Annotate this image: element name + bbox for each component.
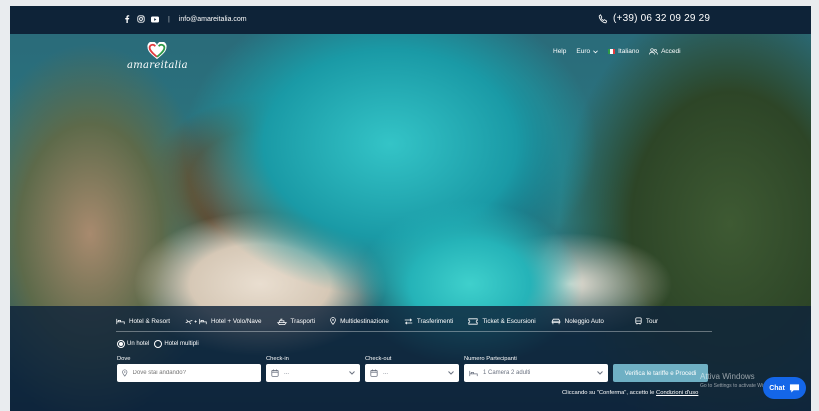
- facebook-icon[interactable]: [123, 15, 131, 23]
- site-logo[interactable]: amareitalia: [127, 42, 188, 74]
- top-bar: | info@amareitalia.com (+39) 06 32 09 29…: [10, 6, 811, 34]
- language-label: Italiano: [618, 48, 640, 55]
- youtube-icon[interactable]: [151, 15, 159, 23]
- italy-flag-icon: [608, 49, 616, 54]
- radio-multiple-hotels[interactable]: Hotel multipli: [154, 340, 199, 348]
- tabs-divider: [116, 331, 712, 332]
- plane-plus-bed-icon: [185, 318, 207, 324]
- car-icon: [551, 318, 560, 324]
- chat-label: Chat: [769, 384, 785, 392]
- tab-hotel-resort[interactable]: Hotel & Resort: [116, 318, 170, 325]
- tab-label: Hotel + Volo/Nave: [210, 317, 262, 325]
- phone-icon: [598, 13, 608, 23]
- social-links: | info@amareitalia.com: [123, 15, 247, 23]
- radio-label: Un hotel: [127, 341, 150, 347]
- tab-label: Trasferimenti: [416, 317, 454, 325]
- radio-label: Hotel multipli: [164, 341, 199, 347]
- swap-arrows-icon: [404, 317, 413, 325]
- ship-icon: [276, 318, 287, 325]
- chevron-down-icon: [597, 371, 603, 375]
- bed-icon: [116, 318, 125, 324]
- guests-value: 1 Camera 2 adulti: [483, 370, 531, 376]
- checkout-field[interactable]: ...: [365, 364, 459, 382]
- guests-label: Numero Partecipanti: [464, 356, 517, 362]
- tab-label: Noleggio Auto: [564, 317, 604, 325]
- checkin-label: Check-in: [266, 356, 289, 362]
- tab-ticket-escursioni[interactable]: Ticket & Escursioni: [468, 317, 536, 325]
- tab-multidestinazione[interactable]: Multidestinazione: [330, 317, 389, 325]
- calendar-icon: [271, 369, 279, 377]
- chevron-down-icon: [448, 371, 454, 375]
- where-input[interactable]: [132, 370, 256, 376]
- calendar-icon: [370, 369, 378, 377]
- logo-wordmark: amareitalia: [127, 60, 188, 71]
- radio-indicator: [117, 340, 125, 348]
- terms-prefix: Cliccando su "Conferma", accetto le: [562, 390, 655, 396]
- login-label: Accedi: [661, 48, 681, 55]
- checkout-value: ...: [383, 370, 389, 376]
- browser-viewport: | info@amareitalia.com (+39) 06 32 09 29…: [10, 6, 811, 411]
- nav-language[interactable]: Italiano: [608, 48, 639, 55]
- terms-link[interactable]: Condizioni d'uso: [656, 390, 698, 396]
- tab-label: Trasporti: [290, 317, 316, 325]
- guests-field[interactable]: 1 Camera 2 adulti: [464, 364, 608, 382]
- nav-login[interactable]: Accedi: [649, 48, 681, 55]
- hero-banner: amareitalia Help Euro Italiano Accedi Ho…: [10, 34, 811, 411]
- phone-number: (+39) 06 32 09 29 29: [613, 13, 711, 24]
- tab-noleggio-auto[interactable]: Noleggio Auto: [551, 318, 604, 325]
- nav-currency[interactable]: Euro: [576, 48, 598, 55]
- tab-trasferimenti[interactable]: Trasferimenti: [404, 317, 454, 325]
- topbar-separator: |: [168, 15, 170, 23]
- bus-icon: [635, 317, 642, 325]
- terms-notice: Cliccando su "Conferma", accetto le Cond…: [562, 390, 698, 396]
- checkin-field[interactable]: ...: [266, 364, 360, 382]
- map-pin-icon: [330, 317, 336, 325]
- users-icon: [649, 48, 658, 55]
- radio-indicator: [154, 340, 163, 348]
- contact-phone[interactable]: (+39) 06 32 09 29 29: [598, 13, 710, 24]
- tab-tour[interactable]: Tour: [635, 317, 658, 325]
- instagram-icon[interactable]: [137, 15, 145, 23]
- tab-label: Tour: [645, 317, 659, 325]
- contact-email[interactable]: info@amareitalia.com: [179, 16, 247, 23]
- tab-trasporti[interactable]: Trasporti: [276, 317, 316, 325]
- nav-help[interactable]: Help: [553, 48, 566, 55]
- map-pin-icon: [122, 369, 128, 377]
- where-field[interactable]: [117, 364, 261, 382]
- ticket-icon: [468, 317, 478, 325]
- checkin-value: ...: [284, 370, 290, 376]
- where-label: Dove: [117, 356, 131, 362]
- heart-logo-icon: [147, 42, 167, 60]
- chat-button[interactable]: Chat: [763, 377, 806, 399]
- chevron-down-icon: [349, 371, 355, 375]
- tab-label: Multidestinazione: [340, 317, 389, 325]
- chat-bubble-icon: [789, 384, 799, 393]
- hotel-mode-selector: Un hotel Hotel multipli: [117, 340, 199, 348]
- tab-hotel-volo-nave[interactable]: Hotel + Volo/Nave: [185, 318, 262, 325]
- check-rates-button[interactable]: Verifica le tariffe e Procedi: [613, 364, 708, 382]
- bed-icon: [469, 370, 478, 376]
- checkout-label: Check-out: [365, 356, 392, 362]
- tab-label: Hotel & Resort: [129, 317, 170, 325]
- currency-label: Euro: [576, 48, 591, 55]
- tab-label: Ticket & Escursioni: [482, 317, 536, 325]
- search-tabs: Hotel & Resort Hotel + Volo/Nave Traspor…: [116, 312, 712, 332]
- chevron-down-icon: [593, 49, 598, 53]
- radio-single-hotel[interactable]: Un hotel: [117, 340, 149, 348]
- main-nav: Help Euro Italiano Accedi: [553, 48, 681, 55]
